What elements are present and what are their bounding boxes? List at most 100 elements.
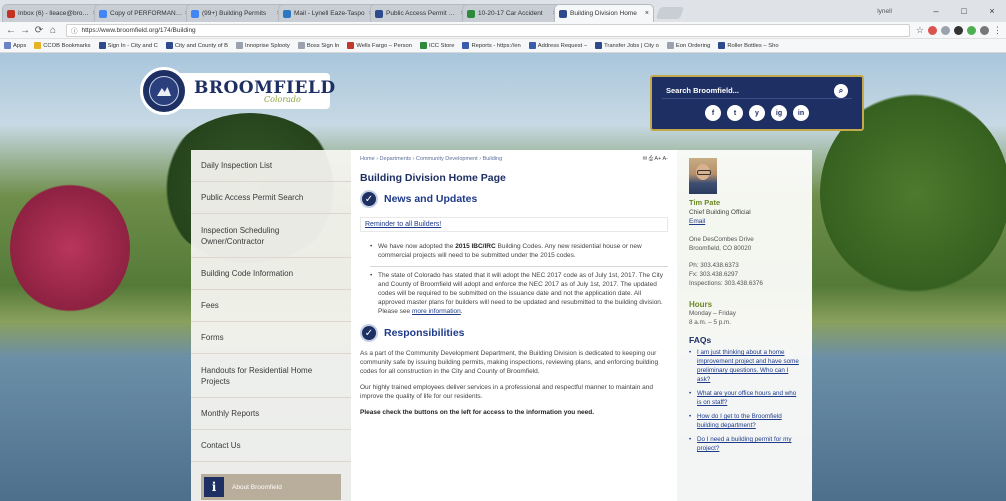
bookmark-item[interactable]: Reports - https://en <box>462 42 521 49</box>
sidebar-item-handouts[interactable]: Handouts for Residential Home Projects <box>191 354 351 398</box>
minimize-button[interactable]: – <box>922 6 950 16</box>
sidebar-item-forms[interactable]: Forms <box>191 322 351 354</box>
bookmark-label: Eon Ordering <box>675 42 711 49</box>
bookmark-icon <box>595 42 603 49</box>
bookmark-item[interactable]: Innoprise Splooty <box>236 42 290 49</box>
broomfield-logo[interactable]: BROOMFIELD Colorado <box>140 67 336 115</box>
bookmark-icon <box>347 42 355 49</box>
sidebar-item-monthly-reports[interactable]: Monthly Reports <box>191 398 351 430</box>
bookmark-item[interactable]: ICC Store <box>420 42 454 49</box>
about-broomfield-button[interactable]: i About Broomfield <box>201 474 341 500</box>
facebook-icon[interactable]: f <box>705 105 721 121</box>
tab-label: (99+) Building Permits <box>202 10 267 17</box>
faq-list: I am just thinking about a home improvem… <box>689 348 800 453</box>
menu-icon[interactable]: ⋮ <box>993 25 1002 36</box>
twitter-icon[interactable]: t <box>727 105 743 121</box>
secure-info-icon[interactable]: ⓘ <box>71 25 78 35</box>
bookmark-icon <box>98 42 106 49</box>
browser-tab[interactable]: Copy of PERFORMANCE× <box>94 4 194 22</box>
search-icon[interactable]: ⌕ <box>834 83 848 98</box>
breadcrumb-links[interactable]: Home › Departments › Community Developme… <box>360 156 502 163</box>
bookmark-item[interactable]: Address Request – <box>528 42 587 49</box>
faq-link[interactable]: I am just thinking about a home improvem… <box>697 349 799 383</box>
star-icon[interactable]: ☆ <box>916 25 924 36</box>
bookmark-label: Apps <box>13 42 27 49</box>
linkedin-icon[interactable]: in <box>793 105 809 121</box>
background-tree <box>10 183 130 313</box>
bookmark-item[interactable]: City and County of B <box>165 42 228 49</box>
bookmark-item[interactable]: Sign In - City and C <box>98 42 158 49</box>
checkbox-icon: ✓ <box>360 190 378 208</box>
url-text: https://www.broomfield.org/174/Building <box>81 26 196 34</box>
bookmark-item[interactable]: Wells Fargo – Person <box>347 42 412 49</box>
sidebar-item-contact-us[interactable]: Contact Us <box>191 430 351 462</box>
extension-icon[interactable] <box>928 25 937 35</box>
page-tools[interactable]: ✉ ⎙ A+ A- <box>643 156 668 163</box>
forward-icon[interactable]: → <box>18 25 32 36</box>
browser-tab[interactable]: Inbox (6) - lleace@broom× <box>2 4 102 22</box>
responsibilities-paragraph: As a part of the Community Development D… <box>360 350 659 375</box>
reminder-link[interactable]: Reminder to all Builders! <box>360 217 668 232</box>
browser-tab[interactable]: Public Access Permit Sea× <box>370 4 470 22</box>
info-icon: i <box>204 477 224 497</box>
window-controls: lynell – □ × <box>877 0 1006 22</box>
extension-icon[interactable] <box>941 25 950 35</box>
faq-link[interactable]: How do I get to the Broomfield building … <box>697 413 782 429</box>
back-icon[interactable]: ← <box>4 25 18 36</box>
bookmark-label: Roller Bottles – Sho <box>727 42 779 49</box>
page-title: Building Division Home Page <box>360 172 506 184</box>
feature-label: About Broomfield <box>232 483 282 491</box>
sidebar-item-public-access-permit-search[interactable]: Public Access Permit Search <box>191 182 351 214</box>
maximize-button[interactable]: □ <box>950 6 978 16</box>
tab-label: Inbox (6) - lleace@broom <box>18 10 91 17</box>
browser-tab[interactable]: 10-20-17 Car Accident× <box>462 4 562 22</box>
bookmark-icon <box>666 42 674 49</box>
bookmark-icon <box>420 42 427 49</box>
sidebar-item-fees[interactable]: Fees <box>191 290 351 322</box>
bookmark-item[interactable]: Apps <box>4 42 26 49</box>
bookmark-icon <box>528 42 536 49</box>
tab-favicon-icon <box>7 9 15 18</box>
bookmark-item[interactable]: Transfer Jobs | City o <box>595 42 659 49</box>
tab-close-icon[interactable]: × <box>645 10 649 17</box>
faq-link[interactable]: Do I need a building permit for my proje… <box>697 436 792 452</box>
sidebar-item-daily-inspection-list[interactable]: Daily Inspection List <box>191 150 351 182</box>
extension-icon[interactable] <box>980 25 989 35</box>
new-tab-button[interactable] <box>655 7 685 19</box>
search-placeholder: Search Broomfield... <box>666 86 739 95</box>
inspections-number: Inspections: 303.438.6376 <box>689 280 763 287</box>
url-input[interactable]: ⓘ https://www.broomfield.org/174/Buildin… <box>66 23 910 37</box>
bookmark-icon <box>165 42 173 49</box>
browser-tab[interactable]: Mail - Lynell Eaze-Taspo× <box>278 4 378 22</box>
faq-link[interactable]: What are your office hours and who is on… <box>697 390 796 406</box>
browser-tab[interactable]: (99+) Building Permits× <box>186 4 286 22</box>
responsibilities-heading: Responsibilities <box>384 327 465 339</box>
sidebar-nav: Daily Inspection List Public Access Perm… <box>191 150 351 501</box>
address-line: Broomfield, CO 80020 <box>689 245 752 252</box>
close-window-button[interactable]: × <box>978 6 1006 16</box>
browser-tab-bar: Inbox (6) - lleace@broom× Copy of PERFOR… <box>0 0 1006 22</box>
bookmark-item[interactable]: Eon Ordering <box>666 42 711 49</box>
home-icon[interactable]: ⌂ <box>46 25 60 36</box>
extension-icon[interactable] <box>954 25 963 35</box>
tab-label: Public Access Permit Sea <box>386 10 459 17</box>
instagram-icon[interactable]: ig <box>771 105 787 121</box>
sidebar-item-building-code-information[interactable]: Building Code Information <box>191 258 351 290</box>
bookmark-item[interactable]: Roller Bottles – Sho <box>718 42 779 49</box>
bookmark-item[interactable]: CCOB Bookmarks <box>34 42 91 49</box>
bookmark-icon <box>462 42 470 49</box>
contact-email-link[interactable]: Email <box>689 218 800 225</box>
reload-icon[interactable]: ⟳ <box>32 25 46 36</box>
bookmark-item[interactable]: Boss Sign In <box>297 42 339 49</box>
bookmark-icon <box>297 42 305 49</box>
browser-tab-active[interactable]: Building Division Home × <box>554 4 654 22</box>
logo-subtitle: Colorado <box>264 95 301 104</box>
more-information-link[interactable]: more information <box>412 308 461 315</box>
youtube-icon[interactable]: y <box>749 105 765 121</box>
tab-favicon-icon <box>99 9 107 18</box>
sidebar-item-inspection-scheduling[interactable]: Inspection Scheduling Owner/Contractor <box>191 214 351 258</box>
site-search-input[interactable]: Search Broomfield... ⌕ <box>662 83 852 99</box>
bookmark-label: Innoprise Splooty <box>245 42 290 49</box>
profile-name[interactable]: lynell <box>877 8 892 15</box>
extension-icon[interactable] <box>967 25 976 35</box>
